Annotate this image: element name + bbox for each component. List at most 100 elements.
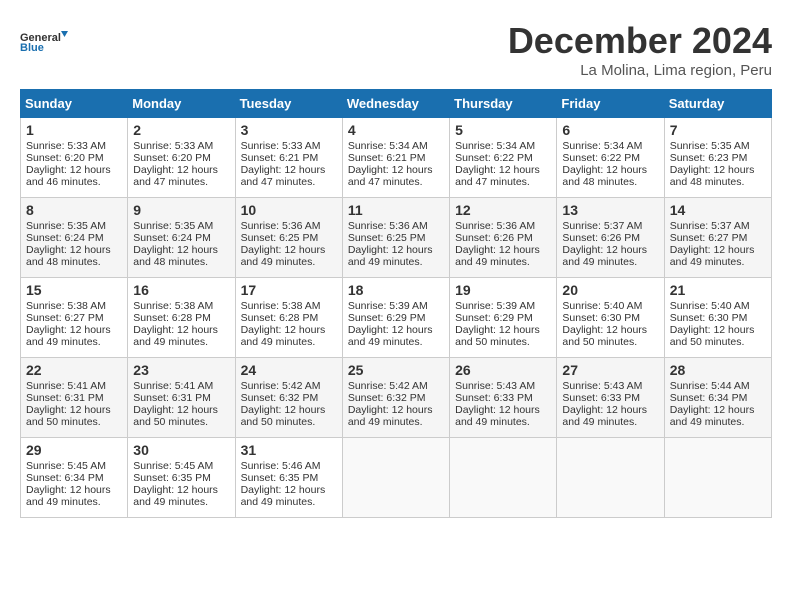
day-info-line: Sunrise: 5:37 AM [562, 220, 658, 232]
day-info-line: and 49 minutes. [670, 256, 766, 268]
day-number: 14 [670, 202, 766, 218]
day-info-line: Sunset: 6:28 PM [241, 312, 337, 324]
day-number: 24 [241, 362, 337, 378]
day-info-line: Sunrise: 5:38 AM [133, 300, 229, 312]
day-number: 3 [241, 122, 337, 138]
day-info-line: Sunset: 6:29 PM [348, 312, 444, 324]
day-info-line: Sunset: 6:30 PM [562, 312, 658, 324]
day-info-line: Sunset: 6:27 PM [670, 232, 766, 244]
weekday-header-thursday: Thursday [450, 90, 557, 118]
day-info-line: Sunrise: 5:35 AM [133, 220, 229, 232]
day-number: 9 [133, 202, 229, 218]
day-info-line: and 49 minutes. [455, 256, 551, 268]
day-info-line: Daylight: 12 hours [348, 164, 444, 176]
calendar-cell: 2Sunrise: 5:33 AMSunset: 6:20 PMDaylight… [128, 118, 235, 198]
day-info-line: Sunrise: 5:36 AM [348, 220, 444, 232]
day-info-line: Daylight: 12 hours [670, 164, 766, 176]
day-info-line: Daylight: 12 hours [562, 324, 658, 336]
day-info-line: Sunrise: 5:35 AM [670, 140, 766, 152]
day-info-line: Sunset: 6:31 PM [133, 392, 229, 404]
calendar-cell: 24Sunrise: 5:42 AMSunset: 6:32 PMDayligh… [235, 358, 342, 438]
day-info-line: Daylight: 12 hours [241, 324, 337, 336]
day-info-line: and 49 minutes. [455, 416, 551, 428]
day-info-line: Sunset: 6:22 PM [455, 152, 551, 164]
day-info-line: Daylight: 12 hours [455, 324, 551, 336]
header: General Blue December 2024 La Molina, Li… [20, 20, 772, 79]
day-info-line: Sunrise: 5:40 AM [562, 300, 658, 312]
week-row-1: 1Sunrise: 5:33 AMSunset: 6:20 PMDaylight… [21, 118, 772, 198]
day-info-line: Sunrise: 5:36 AM [241, 220, 337, 232]
day-info-line: Sunset: 6:24 PM [133, 232, 229, 244]
day-info-line: and 49 minutes. [26, 336, 122, 348]
day-info-line: Sunset: 6:27 PM [26, 312, 122, 324]
calendar-cell: 7Sunrise: 5:35 AMSunset: 6:23 PMDaylight… [664, 118, 771, 198]
calendar-cell [664, 438, 771, 518]
day-info-line: and 49 minutes. [348, 256, 444, 268]
day-info-line: Daylight: 12 hours [241, 244, 337, 256]
day-info-line: and 49 minutes. [241, 496, 337, 508]
day-number: 19 [455, 282, 551, 298]
calendar-cell: 25Sunrise: 5:42 AMSunset: 6:32 PMDayligh… [342, 358, 449, 438]
day-number: 15 [26, 282, 122, 298]
day-info-line: Sunrise: 5:38 AM [241, 300, 337, 312]
day-info-line: and 47 minutes. [241, 176, 337, 188]
day-info-line: Sunset: 6:25 PM [348, 232, 444, 244]
day-info-line: Daylight: 12 hours [455, 164, 551, 176]
month-title: December 2024 [508, 20, 772, 62]
day-info-line: Sunrise: 5:41 AM [133, 380, 229, 392]
day-info-line: Sunrise: 5:34 AM [348, 140, 444, 152]
day-info-line: Sunset: 6:26 PM [562, 232, 658, 244]
day-info-line: Daylight: 12 hours [26, 484, 122, 496]
calendar-cell: 20 Sunrise: 5:40 AMSunset: 6:30 PMDayligh… [557, 278, 664, 358]
calendar-cell: 19Sunrise: 5:39 AMSunset: 6:29 PMDayligh… [450, 278, 557, 358]
day-info-line: and 49 minutes. [348, 416, 444, 428]
day-info-line: and 49 minutes. [670, 416, 766, 428]
calendar-cell: 3Sunrise: 5:33 AMSunset: 6:21 PMDaylight… [235, 118, 342, 198]
day-number: 2 [133, 122, 229, 138]
day-number: 20 [562, 282, 658, 298]
calendar-cell: 26Sunrise: 5:43 AMSunset: 6:33 PMDayligh… [450, 358, 557, 438]
calendar-cell: 6Sunrise: 5:34 AMSunset: 6:22 PMDaylight… [557, 118, 664, 198]
day-info-line: Sunset: 6:29 PM [455, 312, 551, 324]
day-info-line: Sunset: 6:33 PM [562, 392, 658, 404]
day-number: 7 [670, 122, 766, 138]
day-number: 11 [348, 202, 444, 218]
day-number: 12 [455, 202, 551, 218]
day-info-line: Daylight: 12 hours [26, 244, 122, 256]
day-info-line: Sunset: 6:22 PM [562, 152, 658, 164]
day-number: 31 [241, 442, 337, 458]
day-info-line: Sunrise: 5:43 AM [562, 380, 658, 392]
day-info-line: Daylight: 12 hours [26, 164, 122, 176]
day-info-line: Daylight: 12 hours [241, 404, 337, 416]
day-info-line: and 49 minutes. [562, 416, 658, 428]
day-info-line: Sunrise: 5:39 AM [348, 300, 444, 312]
day-info-line: Sunrise: 5:33 AM [241, 140, 337, 152]
day-info-line: Sunrise: 5:35 AM [26, 220, 122, 232]
day-info-line: Daylight: 12 hours [562, 244, 658, 256]
day-number: 17 [241, 282, 337, 298]
day-info-line: Sunrise: 5:43 AM [455, 380, 551, 392]
calendar-cell: 8Sunrise: 5:35 AMSunset: 6:24 PMDaylight… [21, 198, 128, 278]
day-info-line: Daylight: 12 hours [670, 244, 766, 256]
weekday-header-sunday: Sunday [21, 90, 128, 118]
calendar-cell: 21Sunrise: 5:40 AMSunset: 6:30 PMDayligh… [664, 278, 771, 358]
day-info-line: and 49 minutes. [133, 336, 229, 348]
day-info-line: Daylight: 12 hours [348, 404, 444, 416]
calendar-cell: 29Sunrise: 5:45 AMSunset: 6:34 PMDayligh… [21, 438, 128, 518]
day-info-line: Sunset: 6:24 PM [26, 232, 122, 244]
day-number: 30 [133, 442, 229, 458]
day-info-line: Sunset: 6:21 PM [241, 152, 337, 164]
day-info-line: Sunset: 6:25 PM [241, 232, 337, 244]
day-info-line: Sunset: 6:26 PM [455, 232, 551, 244]
day-info-line: and 48 minutes. [562, 176, 658, 188]
day-number: 27 [562, 362, 658, 378]
day-info-line: Sunrise: 5:41 AM [26, 380, 122, 392]
day-info-line: and 46 minutes. [26, 176, 122, 188]
calendar-cell: 5Sunrise: 5:34 AMSunset: 6:22 PMDaylight… [450, 118, 557, 198]
day-number: 1 [26, 122, 122, 138]
calendar-cell: 9Sunrise: 5:35 AMSunset: 6:24 PMDaylight… [128, 198, 235, 278]
day-info-line: and 50 minutes. [455, 336, 551, 348]
calendar-cell [557, 438, 664, 518]
day-info-line: Sunrise: 5:34 AM [455, 140, 551, 152]
day-info-line: Sunrise: 5:36 AM [455, 220, 551, 232]
